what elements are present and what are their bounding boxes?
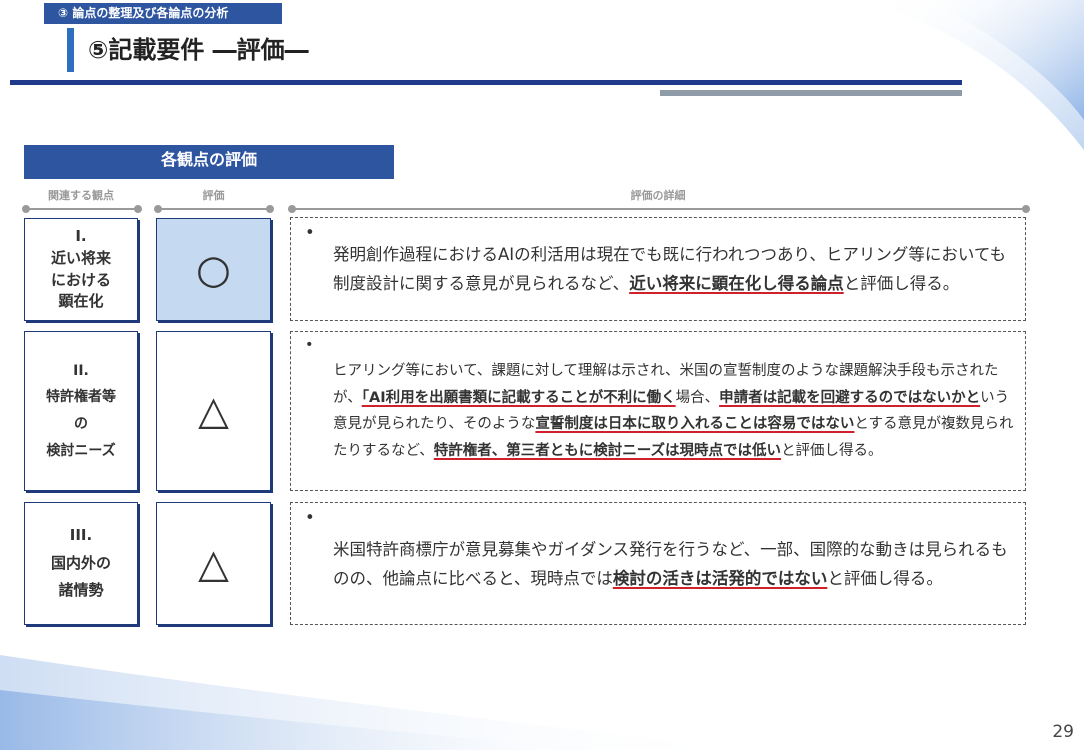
title-accent-bar — [67, 28, 74, 72]
viewpoint-cell-2: II. 特許権者等 の 検討ニーズ — [24, 331, 138, 491]
section-tag: ③ 論点の整理及び各論点の分析 — [44, 3, 282, 24]
detail-text: ヒアリング等において、課題に対して理解は示され、米国の宣誓制度のような課題解決手… — [333, 358, 1015, 464]
detail-segment: と評価し得る。 — [827, 568, 943, 588]
column-header-evaluation: 評価 — [202, 189, 225, 202]
emphasis-text: 「AI利用を出願書類に記載することが不利に働く — [361, 389, 676, 406]
column-line-detail — [288, 205, 1030, 213]
column-line-viewpoint — [22, 205, 142, 213]
detail-segment: 場合、 — [675, 389, 720, 406]
detail-cell-2: • ヒアリング等において、課題に対して理解は示され、米国の宣誓制度のような課題解… — [290, 331, 1026, 491]
evaluation-cell-2: △ — [156, 331, 271, 491]
emphasis-text: 特許権者、第三者ともに検討ニーズは現時点では低い — [433, 442, 782, 459]
detail-cell-1: • 発明創作過程におけるAIの利活用は現在でも既に行われつつあり、ヒアリング等に… — [290, 217, 1026, 321]
detail-segment: と評価し得る。 — [843, 274, 960, 293]
detail-text: 米国特許商標庁が意見募集やガイダンス発行を行うなど、一部、国際的な動きは見られる… — [333, 535, 1015, 593]
viewpoint-label: I. 近い将来 における 顕在化 — [50, 227, 111, 311]
column-header-detail: 評価の詳細 — [630, 189, 686, 202]
evaluation-mark: △ — [198, 540, 229, 587]
emphasis-text: 申請者は記載を回避するのではないかと — [719, 389, 981, 406]
section-heading: 各観点の評価 — [24, 145, 394, 179]
emphasis-text: 近い将来に顕在化し得る論点 — [629, 274, 844, 293]
viewpoint-label: II. 特許権者等 の 検討ニーズ — [46, 362, 116, 459]
evaluation-cell-3: △ — [156, 502, 271, 625]
detail-segment: と評価し得る。 — [781, 442, 883, 459]
viewpoint-label: III. 国内外の 諸情勢 — [50, 525, 111, 600]
bullet: • — [305, 508, 315, 527]
evaluation-cell-1: ○ — [156, 218, 271, 321]
evaluation-mark: △ — [198, 388, 229, 434]
emphasis-text: 検討の活きは活発的ではない — [612, 568, 828, 588]
emphasis-text: 宣誓制度は日本に取り入れることは容易ではない — [535, 416, 855, 432]
detail-cell-3: • 米国特許商標庁が意見募集やガイダンス発行を行うなど、一部、国際的な動きは見ら… — [290, 502, 1026, 625]
bullet: • — [305, 337, 314, 353]
title-rule — [10, 80, 962, 85]
column-header-viewpoint: 関連する観点 — [48, 189, 114, 202]
page-title: ⑤記載要件 ―評価― — [88, 36, 309, 64]
bullet: • — [305, 223, 315, 242]
viewpoint-cell-1: I. 近い将来 における 顕在化 — [24, 218, 138, 321]
page-number: 29 — [1052, 722, 1074, 742]
title-sub-rule — [660, 90, 962, 96]
viewpoint-cell-3: III. 国内外の 諸情勢 — [24, 502, 138, 625]
detail-text: 発明創作過程におけるAIの利活用は現在でも既に行われつつあり、ヒアリング等におい… — [333, 240, 1015, 298]
evaluation-mark: ○ — [196, 246, 231, 293]
column-line-evaluation — [154, 205, 274, 213]
